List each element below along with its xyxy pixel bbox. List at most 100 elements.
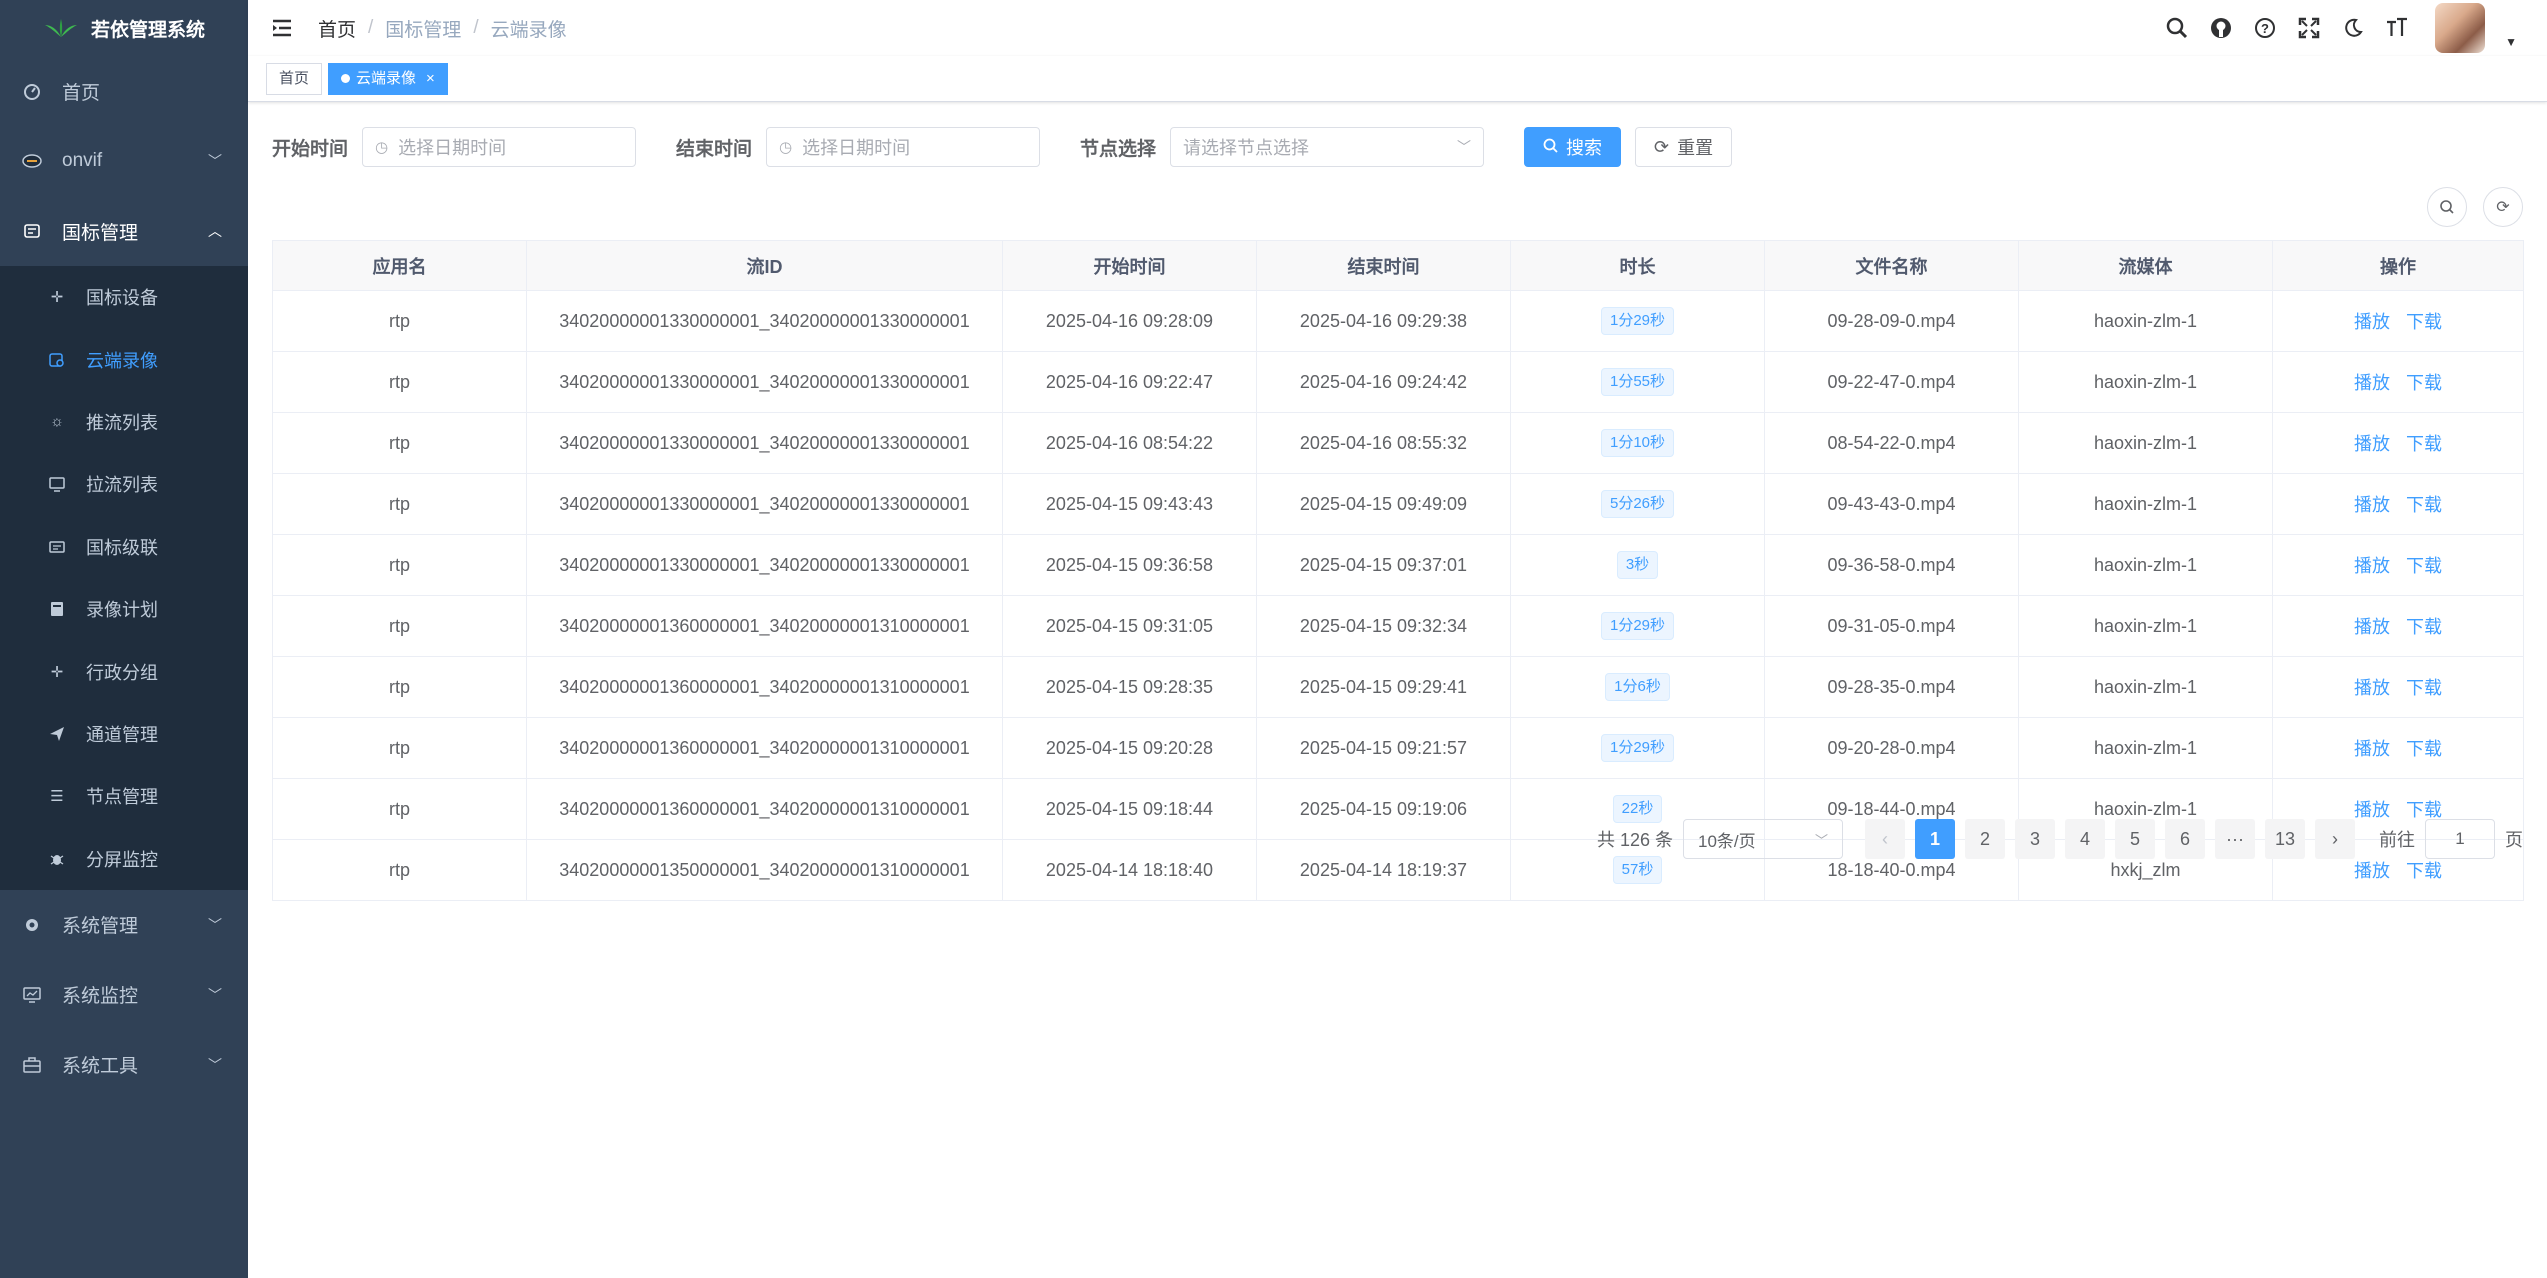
sidebar-item-node[interactable]: ☰ 节点管理 (0, 765, 248, 827)
sidebar-item-plan[interactable]: 录像计划 (0, 578, 248, 640)
help-icon[interactable]: ? (2253, 16, 2277, 40)
sidebar-item-gb[interactable]: 国标管理 ︿ (0, 196, 248, 266)
download-link[interactable]: 下载 (2406, 373, 2442, 393)
table-cell-actions: 播放 下载 (2272, 534, 2524, 596)
clock-icon: ◷ (375, 139, 389, 156)
dark-mode-icon[interactable] (2341, 16, 2365, 40)
play-link[interactable]: 播放 (2354, 617, 2390, 637)
caret-down-icon[interactable]: ▼ (2505, 35, 2517, 49)
play-link[interactable]: 播放 (2354, 556, 2390, 576)
sidebar-item-pull[interactable]: 拉流列表 (0, 453, 248, 515)
more-pages-button[interactable]: ··· (2215, 819, 2255, 859)
table-cell-actions: 播放 下载 (2272, 351, 2524, 413)
play-link[interactable]: 播放 (2354, 495, 2390, 515)
sidebar-item-group[interactable]: ✛ 行政分组 (0, 640, 248, 702)
search-icon (1543, 137, 1558, 158)
table-row: rtp 34020000001330000001_3402000000133000… (272, 534, 2524, 596)
table-row: rtp 34020000001330000001_3402000000133000… (272, 412, 2524, 474)
sidebar-item-device[interactable]: ✛ 国标设备 (0, 266, 248, 328)
download-link[interactable]: 下载 (2406, 434, 2442, 454)
sidebar-item-label: 录像计划 (86, 600, 158, 621)
prev-page-button[interactable]: ‹ (1865, 819, 1905, 859)
download-link[interactable]: 下载 (2406, 678, 2442, 698)
github-icon[interactable] (2209, 16, 2233, 40)
table-cell: 1分55秒 (1510, 351, 1765, 413)
device-icon: ✛ (50, 289, 64, 307)
tag-cloud-record[interactable]: 云端录像 × (328, 62, 448, 95)
table-cell: 1分29秒 (1510, 595, 1765, 657)
sidebar-item-onvif[interactable]: onvif ﹀ (0, 126, 248, 196)
download-link[interactable]: 下载 (2406, 739, 2442, 759)
goto-page-input[interactable]: 1 (2425, 819, 2495, 859)
play-link[interactable]: 播放 (2354, 861, 2390, 881)
play-link[interactable]: 播放 (2354, 739, 2390, 759)
play-link[interactable]: 播放 (2354, 373, 2390, 393)
sidebar-item-home[interactable]: 首页 (0, 56, 248, 126)
node-select-label: 节点选择 (1080, 138, 1157, 160)
sidebar-item-channel[interactable]: 通道管理 (0, 703, 248, 765)
table-cell: rtp (272, 717, 527, 779)
submenu-gb: ✛ 国标设备 云端录像 ☼ 推流列表 拉流列表 国标级联 录像计划 ✛ 行政分组… (0, 266, 248, 890)
breadcrumb-home[interactable]: 首页 (318, 15, 356, 42)
sidebar-item-cascade[interactable]: 国标级联 (0, 516, 248, 578)
column-header: 应用名 (272, 240, 527, 291)
tag-home[interactable]: 首页 (266, 62, 323, 95)
chevron-right-icon: › (2332, 828, 2338, 849)
table-cell: 09-20-28-0.mp4 (1764, 717, 2019, 779)
page-size-select[interactable]: 10条/页 ﹀ (1683, 819, 1843, 859)
sidebar-item-system[interactable]: 系统管理 ﹀ (0, 890, 248, 960)
download-link[interactable]: 下载 (2406, 312, 2442, 332)
close-icon[interactable]: × (426, 64, 435, 94)
refresh-button[interactable]: ⟳ (2483, 187, 2523, 227)
table-cell: 3秒 (1510, 534, 1765, 596)
download-link[interactable]: 下载 (2406, 617, 2442, 637)
column-header: 流ID (526, 240, 1003, 291)
play-link[interactable]: 播放 (2354, 800, 2390, 820)
sidebar-item-push[interactable]: ☼ 推流列表 (0, 391, 248, 453)
page-button[interactable]: 3 (2015, 819, 2055, 859)
download-link[interactable]: 下载 (2406, 861, 2442, 881)
table-cell: haoxin-zlm-1 (2018, 351, 2273, 413)
table-cell-actions: 播放 下载 (2272, 595, 2524, 657)
page-button[interactable]: 13 (2265, 819, 2305, 859)
page-button[interactable]: 2 (1965, 819, 2005, 859)
page-button[interactable]: 4 (2065, 819, 2105, 859)
sidebar-item-tools[interactable]: 系统工具 ﹀ (0, 1030, 248, 1100)
node-select[interactable]: 请选择节点选择 ﹀ (1170, 127, 1485, 167)
table-cell: 2025-04-15 09:43:43 (1002, 473, 1257, 535)
play-link[interactable]: 播放 (2354, 678, 2390, 698)
fullscreen-icon[interactable] (2297, 16, 2321, 40)
search-icon[interactable] (2165, 16, 2189, 40)
page-button[interactable]: 6 (2165, 819, 2205, 859)
logo[interactable]: 若依管理系统 (0, 0, 248, 56)
reset-button[interactable]: ⟳ 重置 (1635, 127, 1733, 167)
download-link[interactable]: 下载 (2406, 495, 2442, 515)
avatar[interactable] (2435, 3, 2486, 53)
page-size-value: 10条/页 (1698, 831, 1756, 851)
table-cell: 09-28-35-0.mp4 (1764, 656, 2019, 718)
end-time-input[interactable]: ◷ 选择日期时间 (766, 127, 1041, 167)
page-button[interactable]: 1 (1915, 819, 1955, 859)
chevron-down-icon: ﹀ (208, 986, 222, 1003)
play-link[interactable]: 播放 (2354, 312, 2390, 332)
hamburger-icon[interactable] (268, 14, 296, 42)
toggle-search-button[interactable] (2427, 187, 2467, 227)
download-link[interactable]: 下载 (2406, 556, 2442, 576)
onvif-icon (22, 151, 42, 171)
sidebar-item-cloud-record[interactable]: 云端录像 (0, 328, 248, 390)
push-icon: ☼ (50, 413, 64, 431)
search-button[interactable]: 搜索 (1524, 127, 1622, 167)
sidebar-item-monitor-sys[interactable]: 系统监控 ﹀ (0, 960, 248, 1030)
sidebar-item-monitor[interactable]: 分屏监控 (0, 828, 248, 890)
page-button[interactable]: 5 (2115, 819, 2155, 859)
next-page-button[interactable]: › (2315, 819, 2355, 859)
breadcrumb: 首页 / 国标管理 / 云端录像 (318, 15, 567, 42)
download-link[interactable]: 下载 (2406, 800, 2442, 820)
duration-tag: 3秒 (1616, 551, 1659, 579)
start-time-input[interactable]: ◷ 选择日期时间 (362, 127, 637, 167)
duration-tag: 1分29秒 (1600, 612, 1675, 640)
chevron-down-icon: ﹀ (1814, 832, 1828, 848)
play-link[interactable]: 播放 (2354, 434, 2390, 454)
clock-icon: ◷ (779, 139, 793, 156)
font-size-icon[interactable] (2385, 16, 2409, 40)
